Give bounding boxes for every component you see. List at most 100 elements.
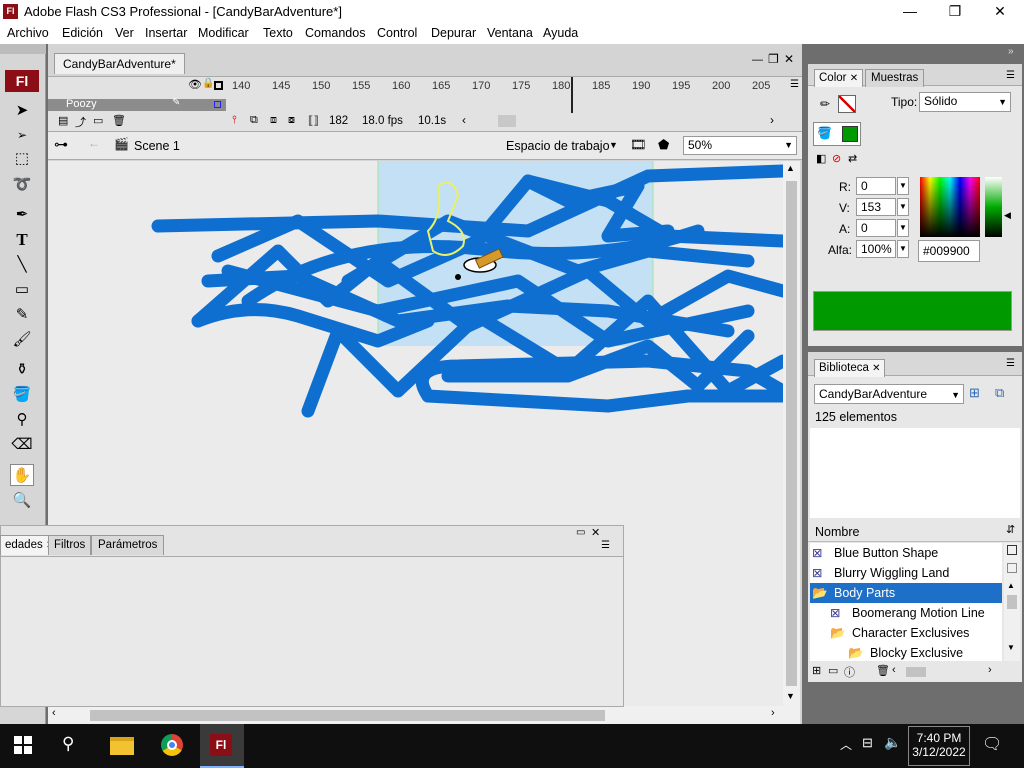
timeline-scroll-right[interactable]: › [770,113,774,127]
edit-symbols-icon[interactable]: ⬟ [658,137,669,153]
alpha-input[interactable]: 100% [856,240,896,258]
modify-onion-markers-icon[interactable]: ⟦⟧ [308,114,319,127]
windows-start-icon[interactable] [14,736,32,754]
edit-scene-icon[interactable]: 🎞 [630,137,647,153]
maximize-button[interactable]: ❐ [932,0,978,23]
collapse-dock-icon[interactable]: » [1008,46,1014,57]
list-item[interactable]: ⊠ Blurry Wiggling Land [810,563,1002,583]
new-folder-icon[interactable]: ▭ [828,664,838,677]
close-button[interactable]: ✕ [977,0,1023,23]
scroll-down-icon[interactable]: ▼ [1007,643,1015,652]
scroll-right-icon[interactable]: › [771,707,775,719]
clock[interactable]: 7:40 PM 3/12/2022 [908,726,970,766]
red-input[interactable]: 0 [856,177,896,195]
zoom-tool-icon[interactable]: 🔍 [10,490,34,512]
tab-parameters[interactable]: Parámetros [91,535,165,555]
red-chevron-icon[interactable]: ▼ [897,177,909,195]
sort-icon[interactable]: ⇵ [1006,523,1015,536]
hand-tool-icon[interactable]: ✋ [10,464,34,486]
swap-colors-icon[interactable]: ⇄ [848,152,857,165]
subselection-tool-icon[interactable]: ➢ [10,124,34,146]
text-tool-icon[interactable]: T [10,229,34,251]
vertical-scroll-thumb[interactable] [786,181,797,686]
tab-color[interactable]: Color ✕ [814,69,864,87]
notifications-icon[interactable]: 🗨 [982,734,1002,754]
tab-close-icon[interactable]: ✕ [872,363,880,374]
menu-ayuda[interactable]: Ayuda [543,26,578,40]
paint-bucket-tool-icon[interactable]: 🪣 [10,384,34,406]
tab-library[interactable]: Biblioteca ✕ [814,359,886,377]
menu-edicion[interactable]: Edición [62,26,103,40]
insert-layer-icon[interactable]: ▤ [58,114,68,127]
center-frame-icon[interactable]: ⫯ [232,114,237,127]
scroll-up-icon[interactable]: ▲ [786,163,795,173]
library-document-select[interactable]: CandyBarAdventure ▼ [814,384,964,404]
pen-tool-icon[interactable]: ✒ [10,204,34,226]
layer-row[interactable]: Poozy ✎ [48,97,226,111]
stroke-color-swatch[interactable] [838,95,856,113]
pin-library-icon[interactable]: ⊞ [969,385,980,401]
new-symbol-icon[interactable]: ⊞ [812,664,821,677]
onion-skin-icon[interactable]: ⧉ [250,114,258,127]
green-chevron-icon[interactable]: ▼ [897,198,909,216]
selection-tool-icon[interactable]: ➤ [10,100,34,122]
eraser-tool-icon[interactable]: ⌫ [10,434,34,456]
tray-chevron-icon[interactable]: ︿ [840,736,852,753]
menu-depurar[interactable]: Depurar [431,26,476,40]
insert-folder-icon[interactable]: ▭ [93,114,103,127]
timeline-toggle-icon[interactable]: ⊶ [54,136,68,153]
flash-taskbar-button[interactable]: Fl [200,724,244,768]
blue-input[interactable]: 0 [856,219,896,237]
doc-restore-button[interactable]: ❐ [768,52,779,66]
network-icon[interactable]: ⊟ [862,735,873,751]
menu-control[interactable]: Control [377,26,417,40]
tab-close-icon[interactable]: ✕ [850,73,858,84]
scroll-right-icon[interactable]: › [988,664,992,676]
library-view-icon-2[interactable] [1007,563,1017,573]
zoom-select[interactable]: 50% ▼ [683,136,797,155]
scene-label[interactable]: Scene 1 [134,139,180,153]
back-arrow-icon[interactable]: ← [88,136,100,150]
library-hscroll-thumb[interactable] [906,667,926,677]
props-menu-icon[interactable]: ☰ [601,540,610,551]
brush-tool-icon[interactable]: 🖌 [10,329,34,351]
menu-ver[interactable]: Ver [115,26,134,40]
stroke-pencil-icon[interactable]: ✏ [820,97,830,111]
document-tab[interactable]: CandyBarAdventure* [54,53,185,74]
delete-layer-icon[interactable]: 🗑 [112,114,126,127]
blue-chevron-icon[interactable]: ▼ [897,219,909,237]
menu-ventana[interactable]: Ventana [487,26,533,40]
chrome-icon[interactable] [161,734,183,756]
playhead[interactable] [571,77,573,113]
alpha-chevron-icon[interactable]: ▼ [897,240,909,258]
free-transform-tool-icon[interactable]: ⬚ [10,148,34,170]
list-item[interactable]: 📂 Blocky Exclusive [810,643,1002,661]
library-view-icon[interactable] [1007,545,1017,555]
eye-icon[interactable]: 👁 [188,78,202,91]
new-library-panel-icon[interactable]: ⧉ [995,385,1004,401]
green-input[interactable]: 153 [856,198,896,216]
color-panel-menu-icon[interactable]: ☰ [1006,70,1015,81]
color-spectrum-picker[interactable] [920,177,980,237]
list-item[interactable]: 📂 Character Exclusives [810,623,1002,643]
timeline-menu-icon[interactable]: ☰ [790,79,799,90]
stage-vertical-scrollbar[interactable]: ▲ ▼ [783,161,800,706]
properties-icon[interactable]: ⓘ [844,664,855,680]
fill-swatch-box[interactable]: 🪣 [813,122,861,146]
list-item[interactable]: ⊠ Blue Button Shape [810,543,1002,563]
menu-comandos[interactable]: Comandos [305,26,365,40]
library-scroll-thumb[interactable] [1007,595,1017,609]
pencil-tool-icon[interactable]: ✎ [10,304,34,326]
library-scrollbar[interactable]: ▲ ▼ [1004,543,1020,661]
scroll-left-icon[interactable]: ‹ [892,664,896,676]
brightness-slider[interactable] [985,177,1002,237]
outline-icon[interactable] [214,81,223,90]
hex-input[interactable]: #009900 [918,240,980,262]
scroll-left-icon[interactable]: ‹ [52,707,56,719]
brightness-arrow-icon[interactable]: ◀ [1004,210,1011,221]
menu-archivo[interactable]: Archivo [7,26,49,40]
scroll-down-icon[interactable]: ▼ [786,691,795,701]
lasso-tool-icon[interactable]: ➰ [10,174,34,196]
black-white-icon[interactable]: ◧ [816,152,826,165]
search-icon[interactable]: ⚲ [62,734,74,754]
